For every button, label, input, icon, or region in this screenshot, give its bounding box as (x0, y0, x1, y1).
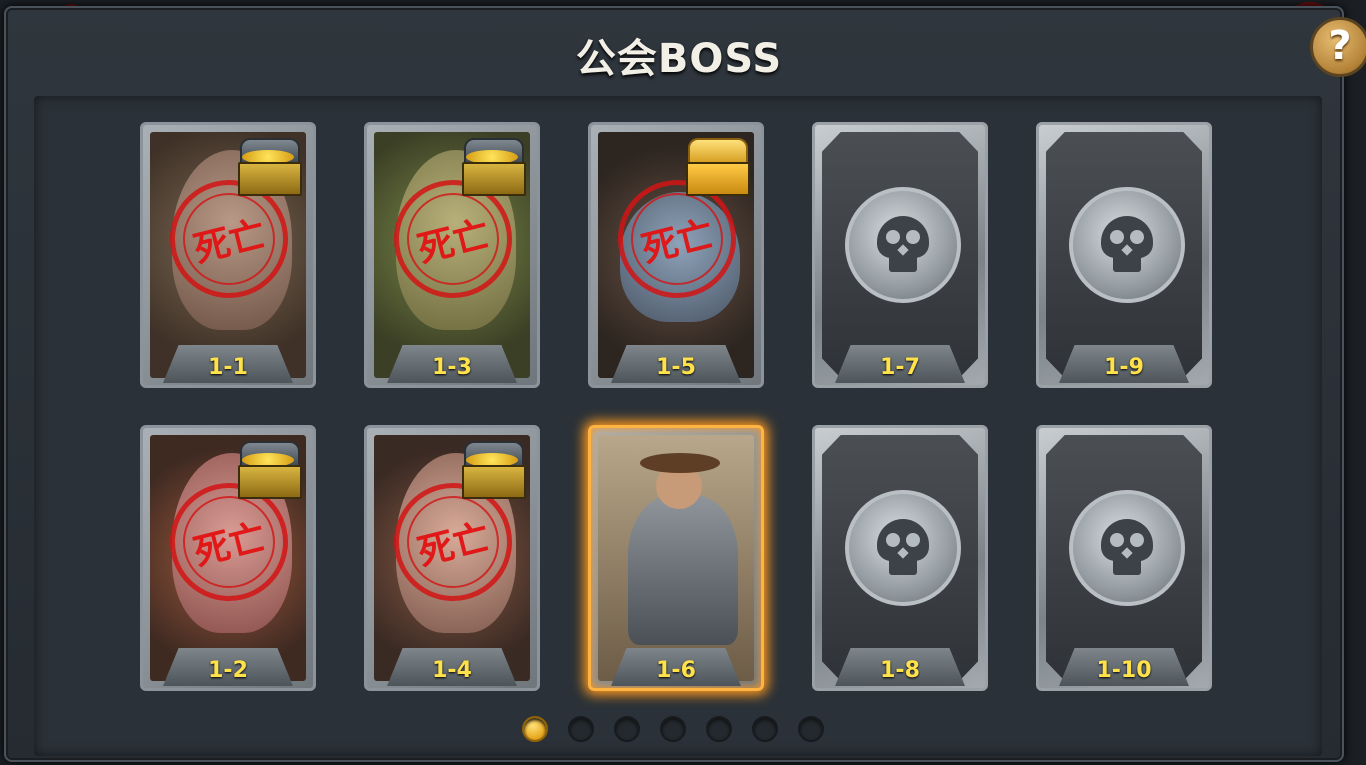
stage-card-1-3[interactable]: 死亡 1-3 (364, 122, 540, 388)
skull-icon (1069, 490, 1185, 606)
gold-chest-icon (684, 136, 750, 196)
stage-card-1-10[interactable]: 1-10 (1036, 425, 1212, 691)
boss-portrait: 死亡 (598, 132, 754, 378)
page-dot-3[interactable] (614, 716, 640, 742)
stage-label: 1-9 (1104, 354, 1144, 380)
stage-label: 1-3 (432, 354, 472, 380)
stage-label: 1-10 (1096, 657, 1152, 683)
skull-icon (845, 490, 961, 606)
stage-card-1-9[interactable]: 1-9 (1036, 122, 1212, 388)
sheriff-figure (628, 495, 738, 645)
page-dot-2[interactable] (568, 716, 594, 742)
page-dot-1[interactable] (522, 716, 548, 742)
stage-label: 1-8 (880, 657, 920, 683)
skull-icon (845, 187, 961, 303)
stage-label-plate: 1-3 (387, 345, 517, 383)
stage-label-plate: 1-2 (163, 648, 293, 686)
stage-card-1-7[interactable]: 1-7 (812, 122, 988, 388)
chest-icon (236, 439, 302, 499)
page-dot-7[interactable] (798, 716, 824, 742)
stage-label: 1-1 (208, 354, 248, 380)
chest-icon (460, 439, 526, 499)
stage-label: 1-7 (880, 354, 920, 380)
hero-portrait (598, 435, 754, 681)
stage-card-1-8[interactable]: 1-8 (812, 425, 988, 691)
stage-card-1-6[interactable]: 1-6 (588, 425, 764, 691)
stage-label-plate: 1-5 (611, 345, 741, 383)
stage-grid: 死亡 1-1 死亡 1-3 死亡 1-5 1-7 1-9 死亡 1-2 死亡 1… (34, 96, 1322, 756)
boss-portrait: 死亡 (374, 132, 530, 378)
stage-card-1-1[interactable]: 死亡 1-1 (140, 122, 316, 388)
stage-card-1-4[interactable]: 死亡 1-4 (364, 425, 540, 691)
stage-label-plate: 1-4 (387, 648, 517, 686)
stage-label-plate: 1-7 (835, 345, 965, 383)
stage-label: 1-4 (432, 657, 472, 683)
stage-card-1-5[interactable]: 死亡 1-5 (588, 122, 764, 388)
page-dot-5[interactable] (706, 716, 732, 742)
chest-icon (236, 136, 302, 196)
stage-label: 1-6 (656, 657, 696, 683)
boss-portrait: 死亡 (150, 132, 306, 378)
cowboy-hat-icon (640, 453, 720, 473)
page-dot-6[interactable] (752, 716, 778, 742)
skull-icon (1069, 187, 1185, 303)
stage-label-plate: 1-6 (611, 648, 741, 686)
stage-label: 1-2 (208, 657, 248, 683)
page-dot-4[interactable] (660, 716, 686, 742)
stage-label-plate: 1-1 (163, 345, 293, 383)
stage-card-1-2[interactable]: 死亡 1-2 (140, 425, 316, 691)
boss-portrait: 死亡 (150, 435, 306, 681)
stage-label-plate: 1-9 (1059, 345, 1189, 383)
help-button[interactable]: ? (1310, 17, 1366, 77)
stage-label-plate: 1-8 (835, 648, 965, 686)
boss-portrait: 死亡 (374, 435, 530, 681)
stage-label-plate: 1-10 (1059, 648, 1189, 686)
stage-label: 1-5 (656, 354, 696, 380)
page-title: 公会BOSS (575, 36, 783, 82)
chest-icon (460, 136, 526, 196)
boss-panel: 公会BOSS 死亡 1-1 死亡 1-3 死亡 1-5 1-7 1-9 死亡 1… (4, 6, 1344, 762)
